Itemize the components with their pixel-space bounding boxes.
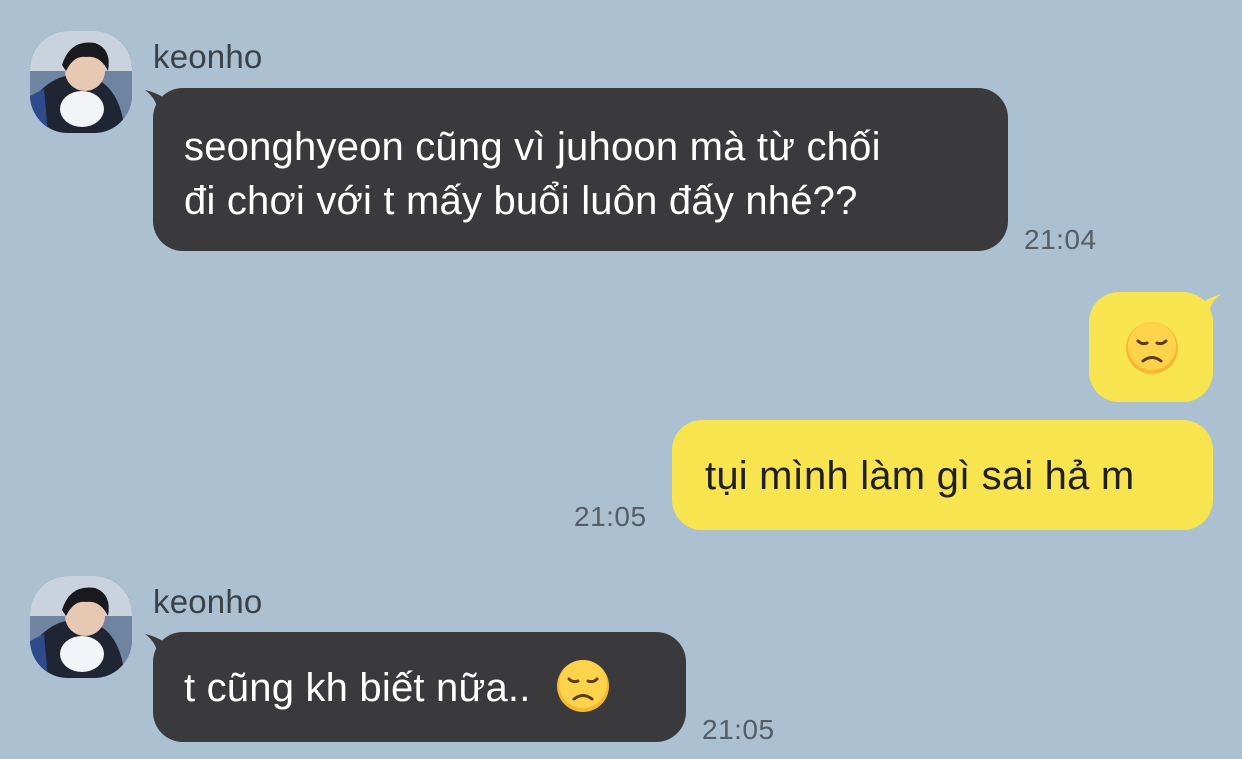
disappointed-face-emoji-icon [556,660,609,713]
message-line: seonghyeon cũng vì juhoon mà từ chối [184,125,881,169]
message-text: tụi mình làm gì sai hả m [705,454,1135,498]
message-bubble-emoji[interactable] [1089,292,1213,402]
message-bubble[interactable]: t cũng kh biết nữa.. [153,632,686,742]
profile-photo-icon [30,576,132,678]
message-timestamp: 21:05 [702,714,775,745]
message-bubble[interactable]: tụi mình làm gì sai hả m [672,420,1213,530]
message-timestamp: 21:05 [574,501,647,532]
chat-view[interactable]: keonho seonghyeon cũng vì juhoon mà từ c… [0,0,1242,759]
avatar[interactable] [30,31,132,133]
profile-photo-icon [30,31,132,133]
message-line: đi chơi với t mấy buổi luôn đấy nhé?? [184,179,858,223]
sender-name: keonho [153,38,263,75]
message-text: t cũng kh biết nữa.. [184,666,531,710]
disappointed-face-emoji-icon [1126,322,1178,374]
message-timestamp: 21:04 [1024,224,1097,255]
message-bubble[interactable]: seonghyeon cũng vì juhoon mà từ chối đi … [153,88,1008,251]
avatar[interactable] [30,576,132,678]
sender-name: keonho [153,583,263,620]
bubble-tail-icon [1196,294,1222,320]
